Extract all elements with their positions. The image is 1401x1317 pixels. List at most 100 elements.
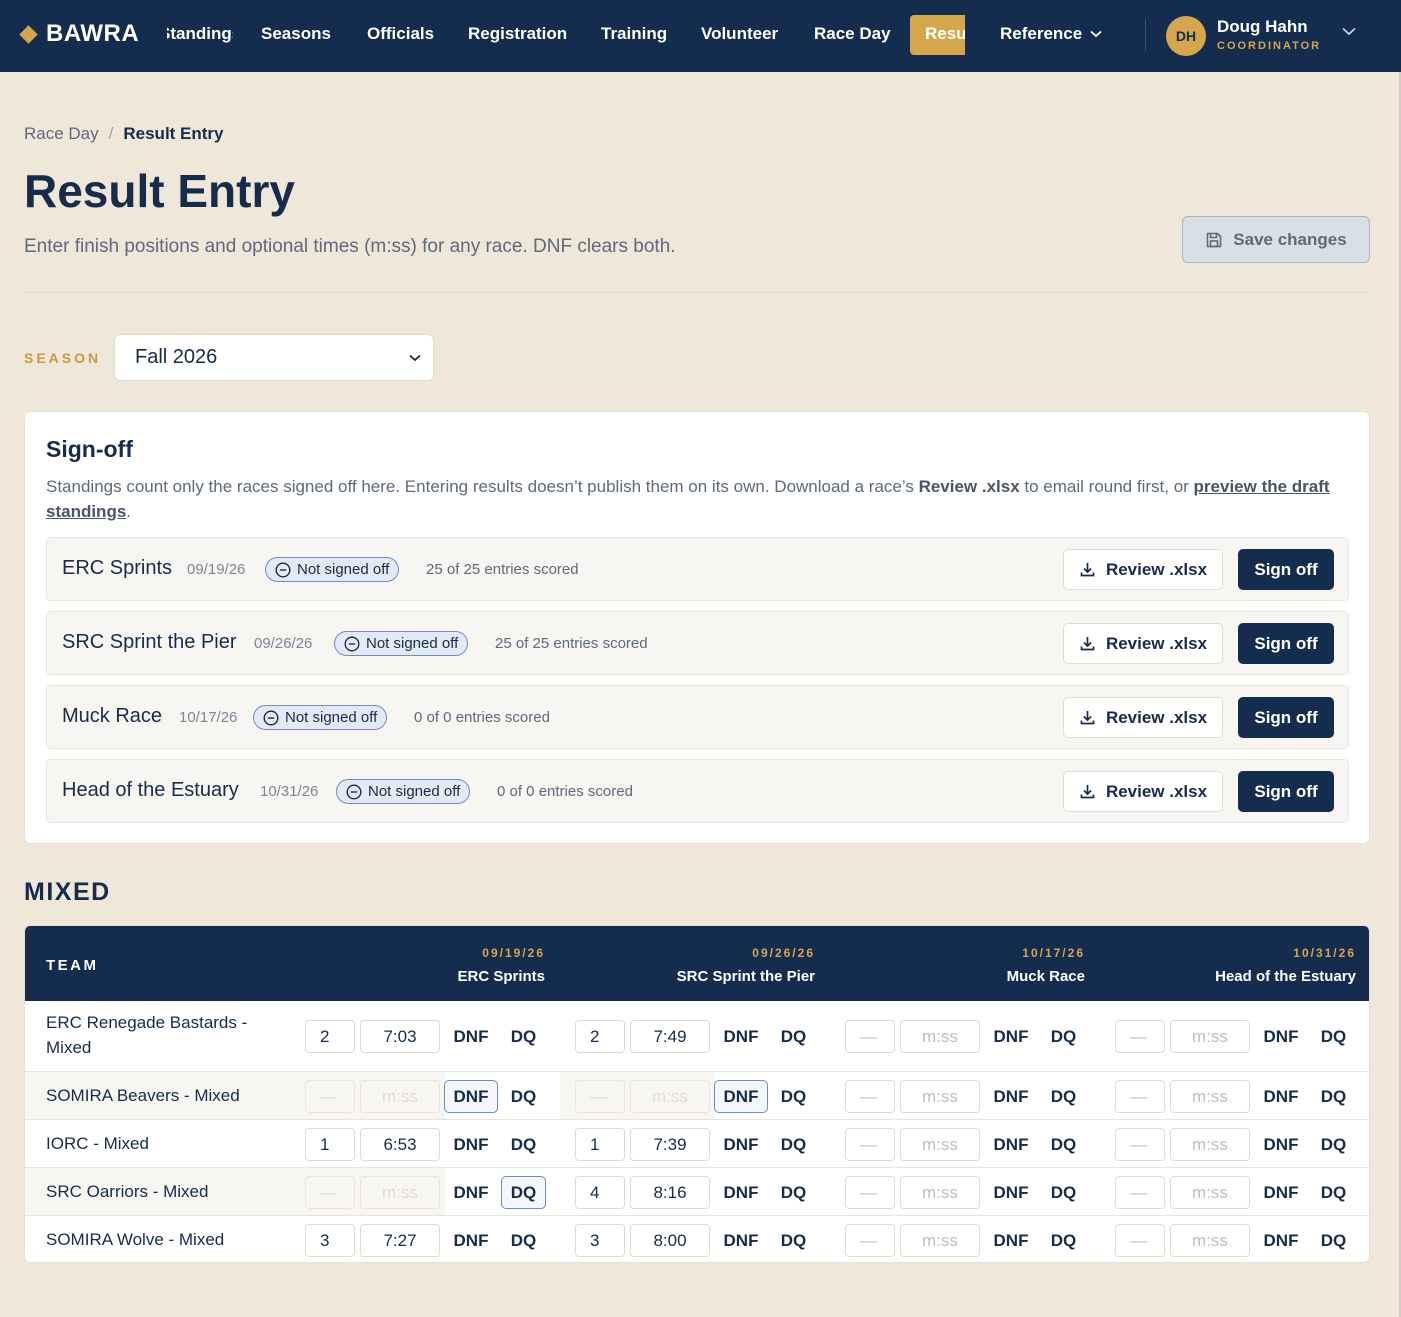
time-input[interactable]: m:ss <box>630 1080 710 1113</box>
dq-toggle[interactable]: DQ <box>501 1176 546 1209</box>
dnf-toggle[interactable]: DNF <box>1254 1224 1308 1257</box>
position-input[interactable]: 4 <box>575 1176 625 1209</box>
sign-off-button[interactable]: Sign off <box>1238 771 1334 812</box>
position-input[interactable]: 3 <box>305 1224 355 1257</box>
time-input[interactable]: m:ss <box>360 1176 440 1209</box>
dq-toggle[interactable]: DQ <box>1311 1020 1356 1053</box>
dnf-toggle[interactable]: DNF <box>444 1080 498 1113</box>
review-xlsx-button[interactable]: Review .xlsx <box>1063 623 1223 664</box>
dq-toggle[interactable]: DQ <box>501 1128 546 1161</box>
dq-toggle[interactable]: DQ <box>1311 1176 1356 1209</box>
season-select[interactable]: Fall 2026 <box>114 334 434 381</box>
position-input[interactable]: 1 <box>575 1128 625 1161</box>
dq-toggle[interactable]: DQ <box>501 1080 546 1113</box>
position-input[interactable]: — <box>1115 1176 1165 1209</box>
time-input[interactable]: 8:00 <box>630 1224 710 1257</box>
dnf-toggle[interactable]: DNF <box>984 1224 1038 1257</box>
dq-toggle[interactable]: DQ <box>771 1176 816 1209</box>
dq-toggle[interactable]: DQ <box>771 1128 816 1161</box>
sign-off-button[interactable]: Sign off <box>1238 549 1334 590</box>
dnf-toggle[interactable]: DNF <box>1254 1020 1308 1053</box>
review-xlsx-button[interactable]: Review .xlsx <box>1063 697 1223 738</box>
time-input[interactable]: m:ss <box>1170 1224 1250 1257</box>
time-input[interactable]: m:ss <box>1170 1128 1250 1161</box>
dnf-toggle[interactable]: DNF <box>444 1128 498 1161</box>
nav-item-results-active[interactable]: Results <box>910 15 965 55</box>
breadcrumb-parent[interactable]: Race Day <box>24 124 99 144</box>
dnf-toggle[interactable]: DNF <box>714 1128 768 1161</box>
position-input[interactable]: — <box>305 1080 355 1113</box>
dq-toggle[interactable]: DQ <box>1041 1224 1086 1257</box>
save-changes-button[interactable]: Save changes <box>1182 216 1370 263</box>
dq-toggle[interactable]: DQ <box>1041 1128 1086 1161</box>
time-input[interactable]: m:ss <box>1170 1020 1250 1053</box>
sign-off-button[interactable]: Sign off <box>1238 697 1334 738</box>
position-input[interactable]: — <box>1115 1224 1165 1257</box>
dnf-toggle[interactable]: DNF <box>714 1080 768 1113</box>
chevron-down-icon[interactable] <box>1342 27 1356 36</box>
dnf-toggle[interactable]: DNF <box>984 1020 1038 1053</box>
time-input[interactable]: 7:39 <box>630 1128 710 1161</box>
nav-item-training[interactable]: Training <box>601 24 667 44</box>
avatar[interactable]: DH <box>1166 16 1206 56</box>
time-input[interactable]: m:ss <box>900 1128 980 1161</box>
position-input[interactable]: — <box>845 1020 895 1053</box>
review-xlsx-button[interactable]: Review .xlsx <box>1063 549 1223 590</box>
position-input[interactable]: — <box>305 1176 355 1209</box>
position-input[interactable]: — <box>1115 1128 1165 1161</box>
dq-toggle[interactable]: DQ <box>771 1224 816 1257</box>
dq-toggle[interactable]: DQ <box>1311 1080 1356 1113</box>
position-input[interactable]: — <box>845 1128 895 1161</box>
position-input[interactable]: — <box>575 1080 625 1113</box>
nav-item-standings[interactable]: Standings <box>167 24 233 44</box>
nav-item-registration[interactable]: Registration <box>468 24 567 44</box>
time-input[interactable]: 7:03 <box>360 1020 440 1053</box>
dnf-toggle[interactable]: DNF <box>714 1020 768 1053</box>
nav-item-seasons[interactable]: Seasons <box>261 24 331 44</box>
dq-toggle[interactable]: DQ <box>501 1020 546 1053</box>
time-input[interactable]: m:ss <box>900 1020 980 1053</box>
time-input[interactable]: 7:49 <box>630 1020 710 1053</box>
position-input[interactable]: — <box>1115 1020 1165 1053</box>
position-input[interactable]: 2 <box>575 1020 625 1053</box>
dnf-toggle[interactable]: DNF <box>714 1176 768 1209</box>
time-input[interactable]: m:ss <box>360 1080 440 1113</box>
time-input[interactable]: m:ss <box>1170 1176 1250 1209</box>
time-input[interactable]: 7:27 <box>360 1224 440 1257</box>
position-input[interactable]: 3 <box>575 1224 625 1257</box>
time-input[interactable]: m:ss <box>900 1080 980 1113</box>
dq-toggle[interactable]: DQ <box>771 1080 816 1113</box>
time-input[interactable]: m:ss <box>1170 1080 1250 1113</box>
dq-toggle[interactable]: DQ <box>1041 1176 1086 1209</box>
nav-item-officials[interactable]: Officials <box>367 24 434 44</box>
dnf-toggle[interactable]: DNF <box>1254 1176 1308 1209</box>
dq-toggle[interactable]: DQ <box>1311 1128 1356 1161</box>
dq-toggle[interactable]: DQ <box>771 1020 816 1053</box>
dq-toggle[interactable]: DQ <box>1041 1020 1086 1053</box>
time-input[interactable]: m:ss <box>900 1224 980 1257</box>
nav-item-volunteer[interactable]: Volunteer <box>701 24 778 44</box>
sign-off-button[interactable]: Sign off <box>1238 623 1334 664</box>
dnf-toggle[interactable]: DNF <box>984 1176 1038 1209</box>
position-input[interactable]: — <box>845 1224 895 1257</box>
dq-toggle[interactable]: DQ <box>501 1224 546 1257</box>
position-input[interactable]: — <box>845 1176 895 1209</box>
position-input[interactable]: — <box>1115 1080 1165 1113</box>
time-input[interactable]: 8:16 <box>630 1176 710 1209</box>
dnf-toggle[interactable]: DNF <box>1254 1128 1308 1161</box>
dnf-toggle[interactable]: DNF <box>444 1224 498 1257</box>
dnf-toggle[interactable]: DNF <box>1254 1080 1308 1113</box>
user-name[interactable]: Doug Hahn <box>1217 17 1308 37</box>
time-input[interactable]: 6:53 <box>360 1128 440 1161</box>
nav-item-race-day[interactable]: Race Day <box>814 24 891 44</box>
dnf-toggle[interactable]: DNF <box>444 1020 498 1053</box>
dq-toggle[interactable]: DQ <box>1311 1224 1356 1257</box>
dnf-toggle[interactable]: DNF <box>984 1080 1038 1113</box>
position-input[interactable]: — <box>845 1080 895 1113</box>
dq-toggle[interactable]: DQ <box>1041 1080 1086 1113</box>
dnf-toggle[interactable]: DNF <box>444 1176 498 1209</box>
position-input[interactable]: 2 <box>305 1020 355 1053</box>
dnf-toggle[interactable]: DNF <box>714 1224 768 1257</box>
dnf-toggle[interactable]: DNF <box>984 1128 1038 1161</box>
nav-item-reference[interactable]: Reference <box>1000 24 1102 44</box>
